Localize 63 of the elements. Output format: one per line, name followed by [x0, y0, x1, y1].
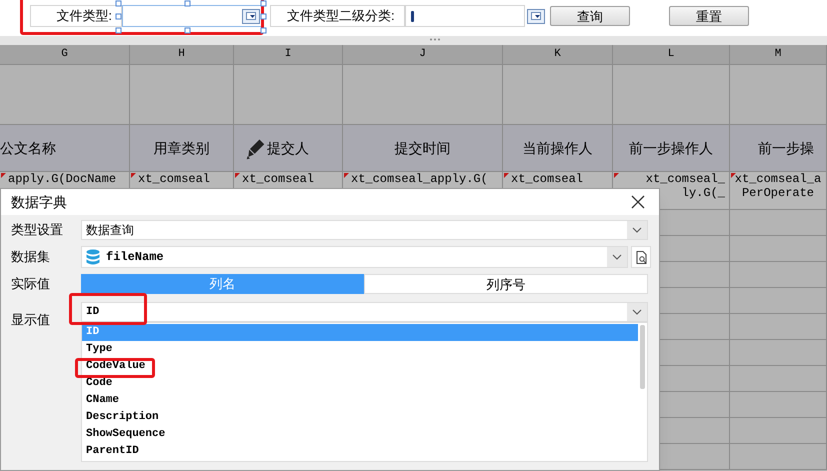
- field-label: 文件类型:: [30, 5, 122, 27]
- header-cell-text: 提交人: [267, 138, 309, 158]
- cell-text: xt_comseal_apply.G(: [351, 172, 488, 186]
- header-cell-text: 提交时间: [394, 138, 450, 158]
- scrollbar-thumb[interactable]: [640, 325, 645, 389]
- chevron-icon: [627, 221, 647, 239]
- input-field[interactable]: [122, 5, 262, 27]
- close-icon[interactable]: [631, 195, 645, 209]
- list-item[interactable]: Type: [82, 341, 638, 358]
- chevron-icon: [607, 247, 627, 267]
- corner-marker-icon: [731, 173, 736, 178]
- document-search-icon: [636, 250, 646, 264]
- corner-marker-icon: [1, 173, 6, 178]
- database-icon: [86, 249, 100, 265]
- search-button[interactable]: 查询: [550, 6, 630, 26]
- field-label: 类型设置: [11, 221, 64, 240]
- corner-marker-icon: [131, 173, 136, 178]
- field-label: 显示值: [11, 310, 51, 328]
- corner-marker-icon: [344, 173, 349, 178]
- cell-text: xt_comseal_ ly.G(_: [644, 172, 726, 200]
- dataset-select[interactable]: fileName: [81, 246, 628, 268]
- column-select[interactable]: ID: [81, 302, 648, 322]
- cell-text: xt_comseal: [511, 172, 584, 186]
- field-label: 文件类型二级分类:: [270, 5, 405, 27]
- dialog-title: 数据字典: [11, 192, 67, 212]
- cell-text: xt_comseal_a PerOperate: [734, 172, 822, 200]
- reset-button[interactable]: 重置: [669, 6, 749, 26]
- cell-text: xt_comseal: [242, 172, 314, 186]
- header-cell-text: 前一步操: [758, 138, 814, 158]
- list-item[interactable]: CodeValue: [82, 358, 638, 375]
- corner-marker-icon: [614, 173, 619, 178]
- type-select[interactable]: 数据查询: [81, 220, 648, 240]
- tab[interactable]: 列序号: [364, 274, 648, 294]
- corner-marker-icon: [235, 173, 240, 178]
- dropdown-button[interactable]: [242, 8, 260, 24]
- column-letter[interactable]: H: [130, 45, 234, 64]
- cell-text: xt_comseal: [138, 172, 210, 186]
- field-label: 实际值: [11, 275, 51, 294]
- dropdown-button[interactable]: [526, 8, 545, 24]
- caret-icon: [246, 12, 256, 20]
- list-item[interactable]: ParentID: [82, 443, 638, 460]
- column-letter[interactable]: I: [234, 45, 343, 64]
- header-cell-text: 前一步操作人: [629, 138, 713, 158]
- field-label: 数据集: [11, 248, 51, 266]
- input-field[interactable]: [404, 5, 525, 27]
- column-letter[interactable]: J: [343, 45, 503, 64]
- grip-icon[interactable]: [428, 38, 440, 41]
- header-cell-text: 用章类别: [154, 138, 210, 158]
- cell-text: apply.G(DocName: [8, 172, 116, 186]
- header-cell-text: 当前操作人: [522, 138, 592, 158]
- list-item[interactable]: ShowSequence: [82, 426, 638, 443]
- column-letter[interactable]: G: [0, 45, 130, 64]
- list-item[interactable]: Code: [82, 375, 638, 392]
- list-item[interactable]: Description: [82, 409, 638, 426]
- corner-marker-icon: [504, 173, 509, 178]
- column-letter[interactable]: K: [503, 45, 613, 64]
- column-letter[interactable]: M: [730, 45, 827, 64]
- text-cursor: [410, 10, 414, 22]
- list-item[interactable]: CName: [82, 392, 638, 409]
- caret-icon: [530, 12, 541, 20]
- preview-button[interactable]: [631, 246, 651, 268]
- header-cell-text: 公文名称: [0, 138, 56, 158]
- column-letter[interactable]: L: [613, 45, 730, 64]
